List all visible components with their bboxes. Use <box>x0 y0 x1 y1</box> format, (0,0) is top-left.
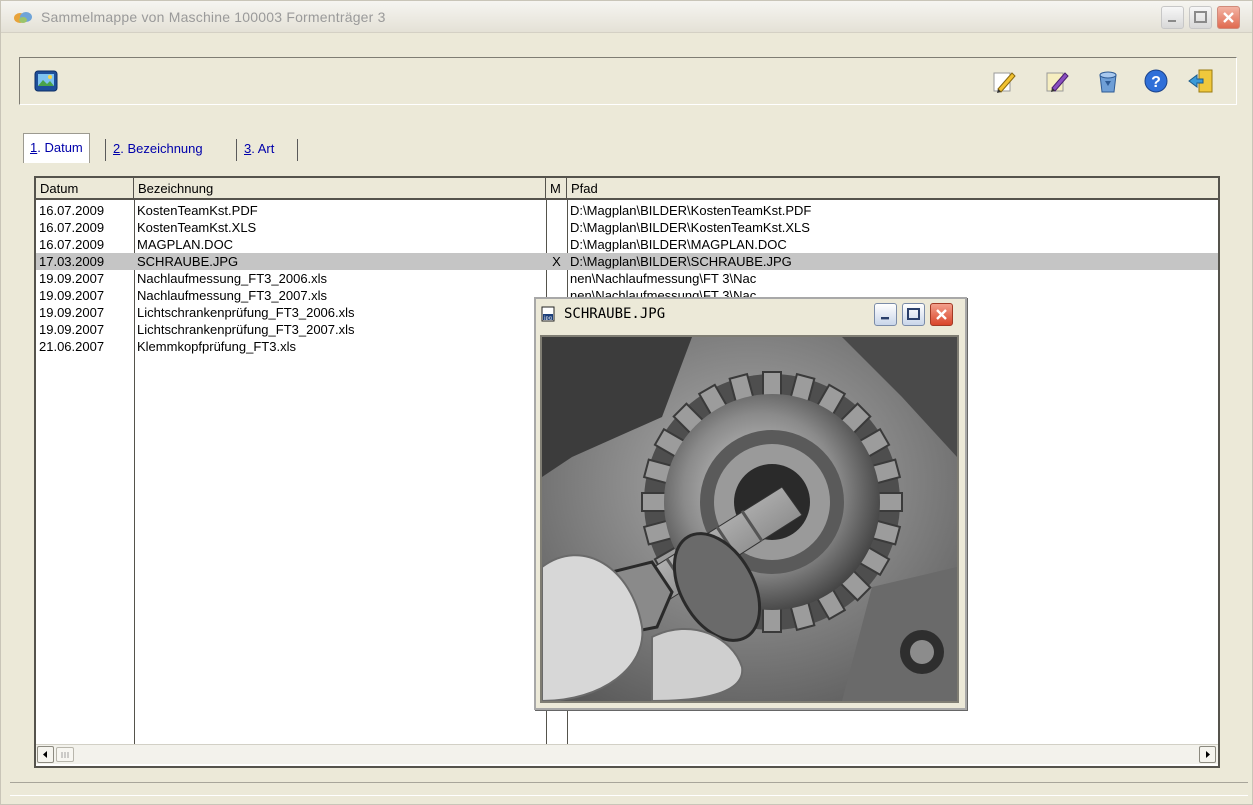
window-title: Sammelmappe von Maschine 100003 Formentr… <box>41 9 386 25</box>
horizontal-scrollbar[interactable] <box>36 744 1218 764</box>
tab-separator <box>105 139 106 161</box>
scroll-right-button[interactable] <box>1199 746 1216 763</box>
cell-m <box>546 236 567 253</box>
cell-datum: 19.09.2007 <box>39 322 105 337</box>
gear-photo-drawing <box>542 337 957 701</box>
cell-bezeichnung: Nachlaufmessung_FT3_2006.xls <box>137 271 328 286</box>
cell-datum: 17.03.2009 <box>39 254 105 269</box>
scroll-left-button[interactable] <box>37 746 54 763</box>
image-close-button[interactable] <box>930 303 953 326</box>
title-bar[interactable]: Sammelmappe von Maschine 100003 Formentr… <box>1 1 1252 33</box>
cell-datum: 21.06.2007 <box>39 339 105 354</box>
cell-pfad: D:\Magplan\BILDER\MAGPLAN.DOC <box>570 237 787 252</box>
image-minimize-button[interactable] <box>874 303 897 326</box>
cell-pfad: D:\Magplan\BILDER\KostenTeamKst.XLS <box>570 220 810 235</box>
image-viewer-window: jpg SCHRAUBE.JPG <box>534 297 967 710</box>
cell-bezeichnung: KostenTeamKst.XLS <box>137 220 257 235</box>
table-header: Datum Bezeichnung M Pfad <box>36 178 1218 200</box>
scroll-thumb[interactable] <box>56 747 74 762</box>
arrow-left-icon <box>43 751 47 758</box>
status-panel <box>10 782 1248 796</box>
cell-pfad: nen\Nachlaufmessung\FT 3\Nac <box>570 271 757 286</box>
column-header-m[interactable]: M <box>546 178 567 200</box>
tab-separator <box>236 139 237 161</box>
cell-bezeichnung: KostenTeamKst.PDF <box>137 203 258 218</box>
cell-datum: 19.09.2007 <box>39 305 105 320</box>
cell-datum: 16.07.2009 <box>39 220 105 235</box>
maximize-icon <box>1194 11 1207 23</box>
column-header-datum[interactable]: Datum <box>36 178 134 200</box>
table-row[interactable]: 19.09.2007 Nachlaufmessung_FT3_2006.xls ne… <box>36 270 1218 287</box>
minimize-icon <box>1168 20 1176 22</box>
image-maximize-button[interactable] <box>902 303 925 326</box>
cell-pfad: D:\Magplan\BILDER\KostenTeamKst.PDF <box>570 203 812 218</box>
column-header-pfad[interactable]: Pfad <box>567 178 1218 200</box>
minimize-icon <box>881 317 889 320</box>
cell-bezeichnung: MAGPLAN.DOC <box>137 237 234 252</box>
cell-datum: 16.07.2009 <box>39 237 105 252</box>
cell-bezeichnung: Lichtschrankenprüfung_FT3_2006.xls <box>137 305 355 320</box>
table-row[interactable]: 16.07.2009 MAGPLAN.DOC D:\Magplan\BILDER\M… <box>36 236 1218 253</box>
close-icon <box>936 309 947 320</box>
arrow-right-icon <box>1206 751 1210 758</box>
toolbar: ? <box>19 57 1237 105</box>
cell-m: X <box>552 254 561 269</box>
cell-datum: 19.09.2007 <box>39 271 105 286</box>
tab-art[interactable]: 3. Art <box>238 135 280 163</box>
exit-door-icon[interactable] <box>1187 67 1215 95</box>
cell-m <box>546 219 567 236</box>
cell-m <box>546 270 567 287</box>
close-button[interactable] <box>1217 6 1240 29</box>
cell-bezeichnung: Klemmkopfprüfung_FT3.xls <box>137 339 296 354</box>
close-icon <box>1223 12 1234 23</box>
image-viewer-title-bar[interactable]: jpg SCHRAUBE.JPG <box>536 299 965 329</box>
gear-and-bolt-photo <box>540 335 959 703</box>
svg-text:jpg: jpg <box>543 316 552 322</box>
edit-pencil-icon[interactable] <box>990 67 1018 95</box>
help-icon[interactable]: ? <box>1142 67 1170 95</box>
edit-note-icon[interactable] <box>1043 67 1071 95</box>
maximize-icon <box>907 308 920 320</box>
table-row[interactable]: 16.07.2009 KostenTeamKst.PDF D:\Magplan\BI… <box>36 202 1218 219</box>
app-icon <box>14 12 32 23</box>
grip-icon <box>61 752 69 758</box>
cell-bezeichnung: SCHRAUBE.JPG <box>137 254 239 269</box>
tab-datum[interactable]: 1. Datum <box>23 133 90 163</box>
image-viewer-title: SCHRAUBE.JPG <box>564 306 666 322</box>
cell-bezeichnung: Nachlaufmessung_FT3_2007.xls <box>137 288 328 303</box>
cell-datum: 16.07.2009 <box>39 203 105 218</box>
picture-icon[interactable] <box>32 67 60 95</box>
cell-m <box>546 202 567 219</box>
image-file-icon: jpg <box>541 306 555 322</box>
svg-text:?: ? <box>1151 74 1161 91</box>
cell-datum: 19.09.2007 <box>39 288 105 303</box>
minimize-button[interactable] <box>1161 6 1184 29</box>
table-row[interactable]: 16.07.2009 KostenTeamKst.XLS D:\Magplan\BI… <box>36 219 1218 236</box>
recycle-bin-icon[interactable] <box>1094 67 1122 95</box>
cell-pfad: D:\Magplan\BILDER\SCHRAUBE.JPG <box>570 254 792 269</box>
table-row[interactable]: 17.03.2009 SCHRAUBE.JPG X D:\Magplan\BILDER… <box>36 253 1218 270</box>
tab-separator <box>297 139 298 161</box>
tab-bezeichnung[interactable]: 2. Bezeichnung <box>107 135 209 163</box>
column-header-bezeichnung[interactable]: Bezeichnung <box>134 178 546 200</box>
cell-bezeichnung: Lichtschrankenprüfung_FT3_2007.xls <box>137 322 355 337</box>
maximize-button[interactable] <box>1189 6 1212 29</box>
